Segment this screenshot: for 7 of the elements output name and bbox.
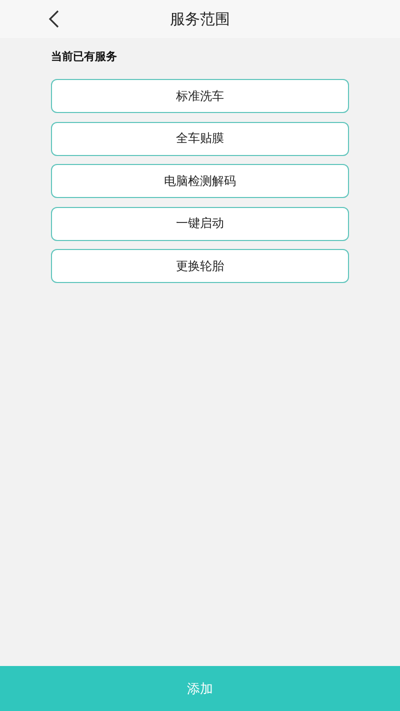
service-button[interactable]: 标准洗车 (51, 79, 349, 113)
page-title: 服务范围 (170, 10, 230, 28)
service-button[interactable]: 全车贴膜 (51, 122, 349, 156)
service-button[interactable]: 更换轮胎 (51, 249, 349, 283)
service-button[interactable]: 一键启动 (51, 206, 349, 240)
service-button[interactable]: 电脑检测解码 (51, 164, 349, 198)
section-title: 当前已有服务 (51, 49, 118, 64)
